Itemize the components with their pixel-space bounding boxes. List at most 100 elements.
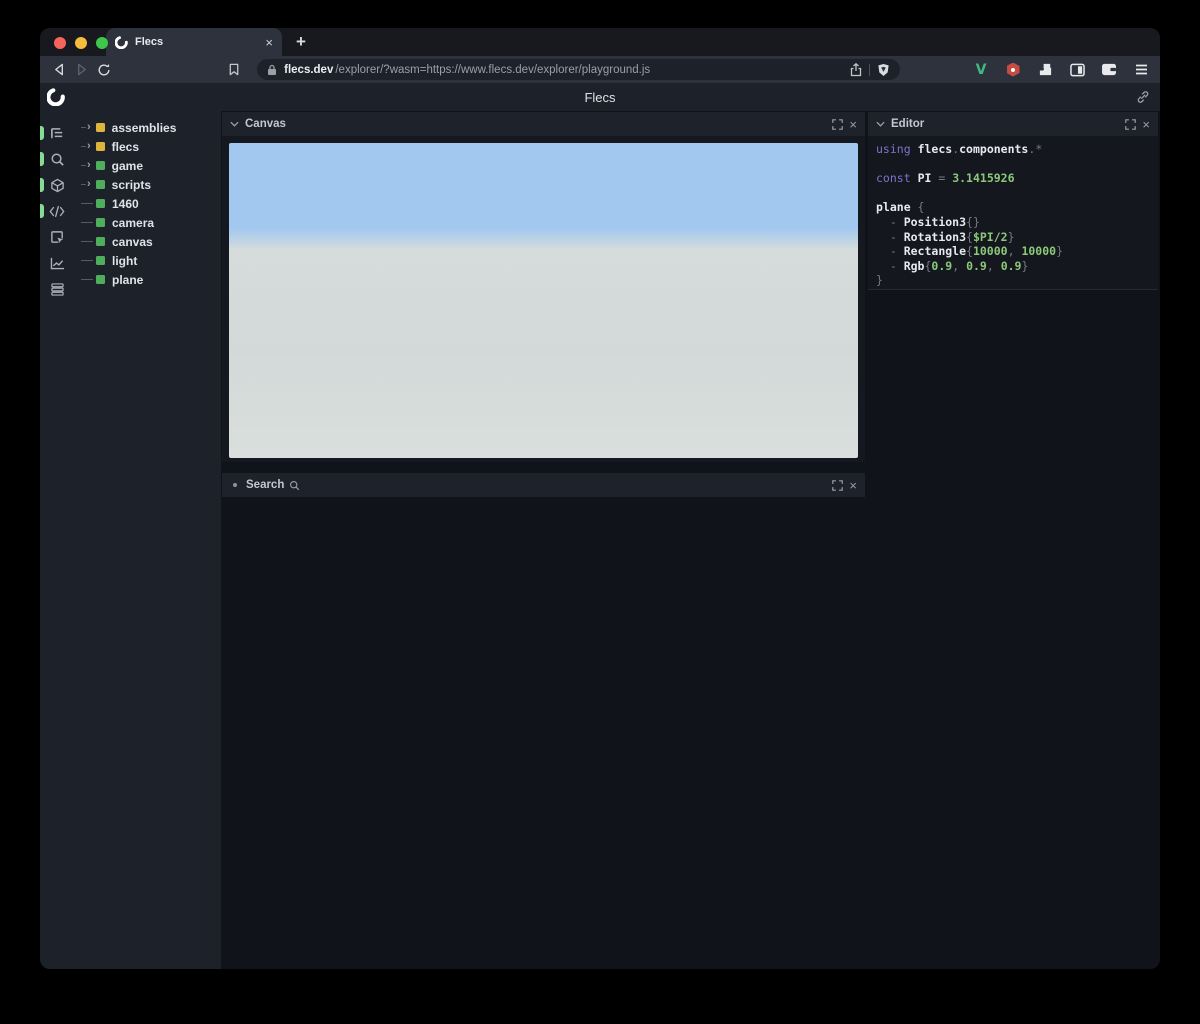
editor-panel-title: Editor	[891, 118, 925, 130]
green-entity-square-icon	[95, 180, 105, 189]
expand-icon[interactable]	[832, 479, 844, 491]
green-entity-square-icon	[96, 237, 105, 246]
reload-button[interactable]	[93, 59, 115, 81]
tree-guide-line	[81, 222, 93, 223]
green-entity-square-icon	[96, 199, 105, 208]
tree-guide-line	[81, 203, 93, 204]
code-line: const PI = 3.1415926	[876, 171, 1015, 186]
bookmark-icon[interactable]	[223, 59, 245, 81]
search-magnifier-icon	[289, 480, 300, 491]
sidebar-item-entity-tree[interactable]	[40, 120, 74, 146]
green-entity-square-icon	[96, 256, 105, 265]
url-domain: flecs.dev	[284, 63, 334, 76]
zoom-window-button[interactable]	[96, 37, 108, 49]
tree-item-label: scripts	[111, 177, 152, 192]
tree-guide-line	[81, 279, 93, 280]
tab-bar: Flecs × +	[40, 28, 1160, 56]
forward-button[interactable]	[70, 59, 92, 81]
sidebar-item-rows[interactable]	[40, 276, 74, 302]
share-icon[interactable]	[850, 62, 862, 77]
close-icon[interactable]: ×	[849, 479, 857, 492]
url-bar[interactable]: flecs.dev/explorer/?wasm=https://www.fle…	[257, 59, 901, 80]
tree-item-assemblies[interactable]: › assemblies	[74, 118, 221, 137]
code-line: - Rectangle{10000, 10000}	[876, 244, 1063, 259]
tree-item-camera[interactable]: camera	[74, 213, 221, 232]
code-editor[interactable]: using flecs.components.* const PI = 3.14…	[868, 136, 1158, 290]
lock-icon	[267, 64, 277, 76]
tree-guide-line	[81, 127, 86, 128]
extensions-puzzle-icon[interactable]	[1034, 59, 1056, 81]
3d-canvas-viewport[interactable]	[229, 143, 858, 458]
collapsed-bullet-icon[interactable]	[233, 483, 237, 487]
sidebar-item-inspect[interactable]	[40, 224, 74, 250]
tree-guide-line	[81, 241, 93, 242]
chevron-right-icon[interactable]: ›	[87, 122, 91, 133]
yellow-entity-square-icon	[95, 142, 105, 151]
search-panel-title: Search	[246, 479, 285, 491]
tree-item-label: light	[112, 253, 138, 268]
wallet-icon[interactable]	[1098, 59, 1120, 81]
close-icon[interactable]: ×	[849, 118, 857, 131]
canvas-panel: Canvas ×	[222, 112, 865, 462]
back-button[interactable]	[48, 59, 70, 81]
tree-item-label: flecs	[111, 139, 140, 154]
chevron-down-icon[interactable]	[876, 121, 885, 127]
tab-favicon-flecs-icon	[115, 35, 128, 49]
red-hexagon-extension-icon[interactable]	[1002, 59, 1024, 81]
editor-panel-header[interactable]: Editor ×	[868, 112, 1158, 136]
code-line: using flecs.components.*	[876, 142, 1043, 156]
sidebar-toggle-icon[interactable]	[1066, 59, 1088, 81]
main-area: Canvas × Search × Editor × using flecs.c…	[221, 111, 1160, 969]
tree-item-flecs[interactable]: › flecs	[74, 137, 221, 156]
flecs-explorer-app: Flecs › assemblies › flecs › game › scri…	[40, 83, 1160, 969]
canvas-panel-title: Canvas	[245, 118, 286, 130]
extension-icons: V	[970, 59, 1152, 81]
sidebar-item-code[interactable]	[40, 198, 74, 224]
tab-close-icon[interactable]: ×	[265, 36, 273, 49]
sidebar-item-search[interactable]	[40, 146, 74, 172]
chevron-right-icon[interactable]: ›	[87, 179, 91, 190]
expand-icon[interactable]	[1125, 118, 1137, 130]
green-entity-square-icon	[95, 161, 105, 170]
tree-item-label: 1460	[112, 196, 139, 211]
green-entity-square-icon	[96, 218, 105, 227]
canvas-body	[222, 136, 865, 462]
tree-item-label: game	[111, 158, 144, 173]
brave-shield-icon[interactable]	[877, 63, 890, 77]
new-tab-button[interactable]: +	[296, 32, 306, 52]
sidebar-item-entities-cube[interactable]	[40, 172, 74, 198]
browser-tab[interactable]: Flecs ×	[106, 28, 282, 56]
tree-item-1460[interactable]: 1460	[74, 194, 221, 213]
chevron-right-icon[interactable]: ›	[87, 160, 91, 171]
expand-icon[interactable]	[832, 118, 844, 130]
minimize-window-button[interactable]	[75, 37, 87, 49]
menu-icon[interactable]	[1130, 59, 1152, 81]
code-line: - Rotation3{$PI/2}	[876, 229, 1015, 244]
close-window-button[interactable]	[54, 37, 66, 49]
browser-window: Flecs × + flecs.dev/explorer/?wasm=https…	[40, 28, 1160, 969]
entity-tree-panel: › assemblies › flecs › game › scripts 1460 camera…	[74, 111, 221, 969]
chevron-right-icon[interactable]: ›	[87, 141, 91, 152]
tree-item-light[interactable]: light	[74, 251, 221, 270]
tree-item-canvas[interactable]: canvas	[74, 232, 221, 251]
sidebar-item-stats[interactable]	[40, 250, 74, 276]
yellow-entity-square-icon	[95, 123, 105, 132]
search-panel-header[interactable]: Search ×	[222, 473, 865, 497]
tree-item-scripts[interactable]: › scripts	[74, 175, 221, 194]
chevron-down-icon[interactable]	[230, 121, 239, 127]
code-line: - Rgb{0.9, 0.9, 0.9}	[876, 258, 1029, 273]
tree-item-label: camera	[112, 215, 155, 230]
tree-guide-line	[81, 165, 86, 166]
close-icon[interactable]: ×	[1142, 118, 1150, 131]
canvas-panel-header[interactable]: Canvas ×	[222, 112, 865, 136]
tree-item-label: plane	[112, 272, 144, 287]
share-link-icon[interactable]	[1136, 90, 1150, 104]
tree-item-game[interactable]: › game	[74, 156, 221, 175]
tree-item-plane[interactable]: plane	[74, 270, 221, 289]
vue-devtools-icon[interactable]: V	[970, 59, 992, 81]
app-header: Flecs	[40, 83, 1160, 111]
green-entity-square-icon	[96, 275, 105, 284]
search-panel: Search ×	[222, 473, 865, 497]
